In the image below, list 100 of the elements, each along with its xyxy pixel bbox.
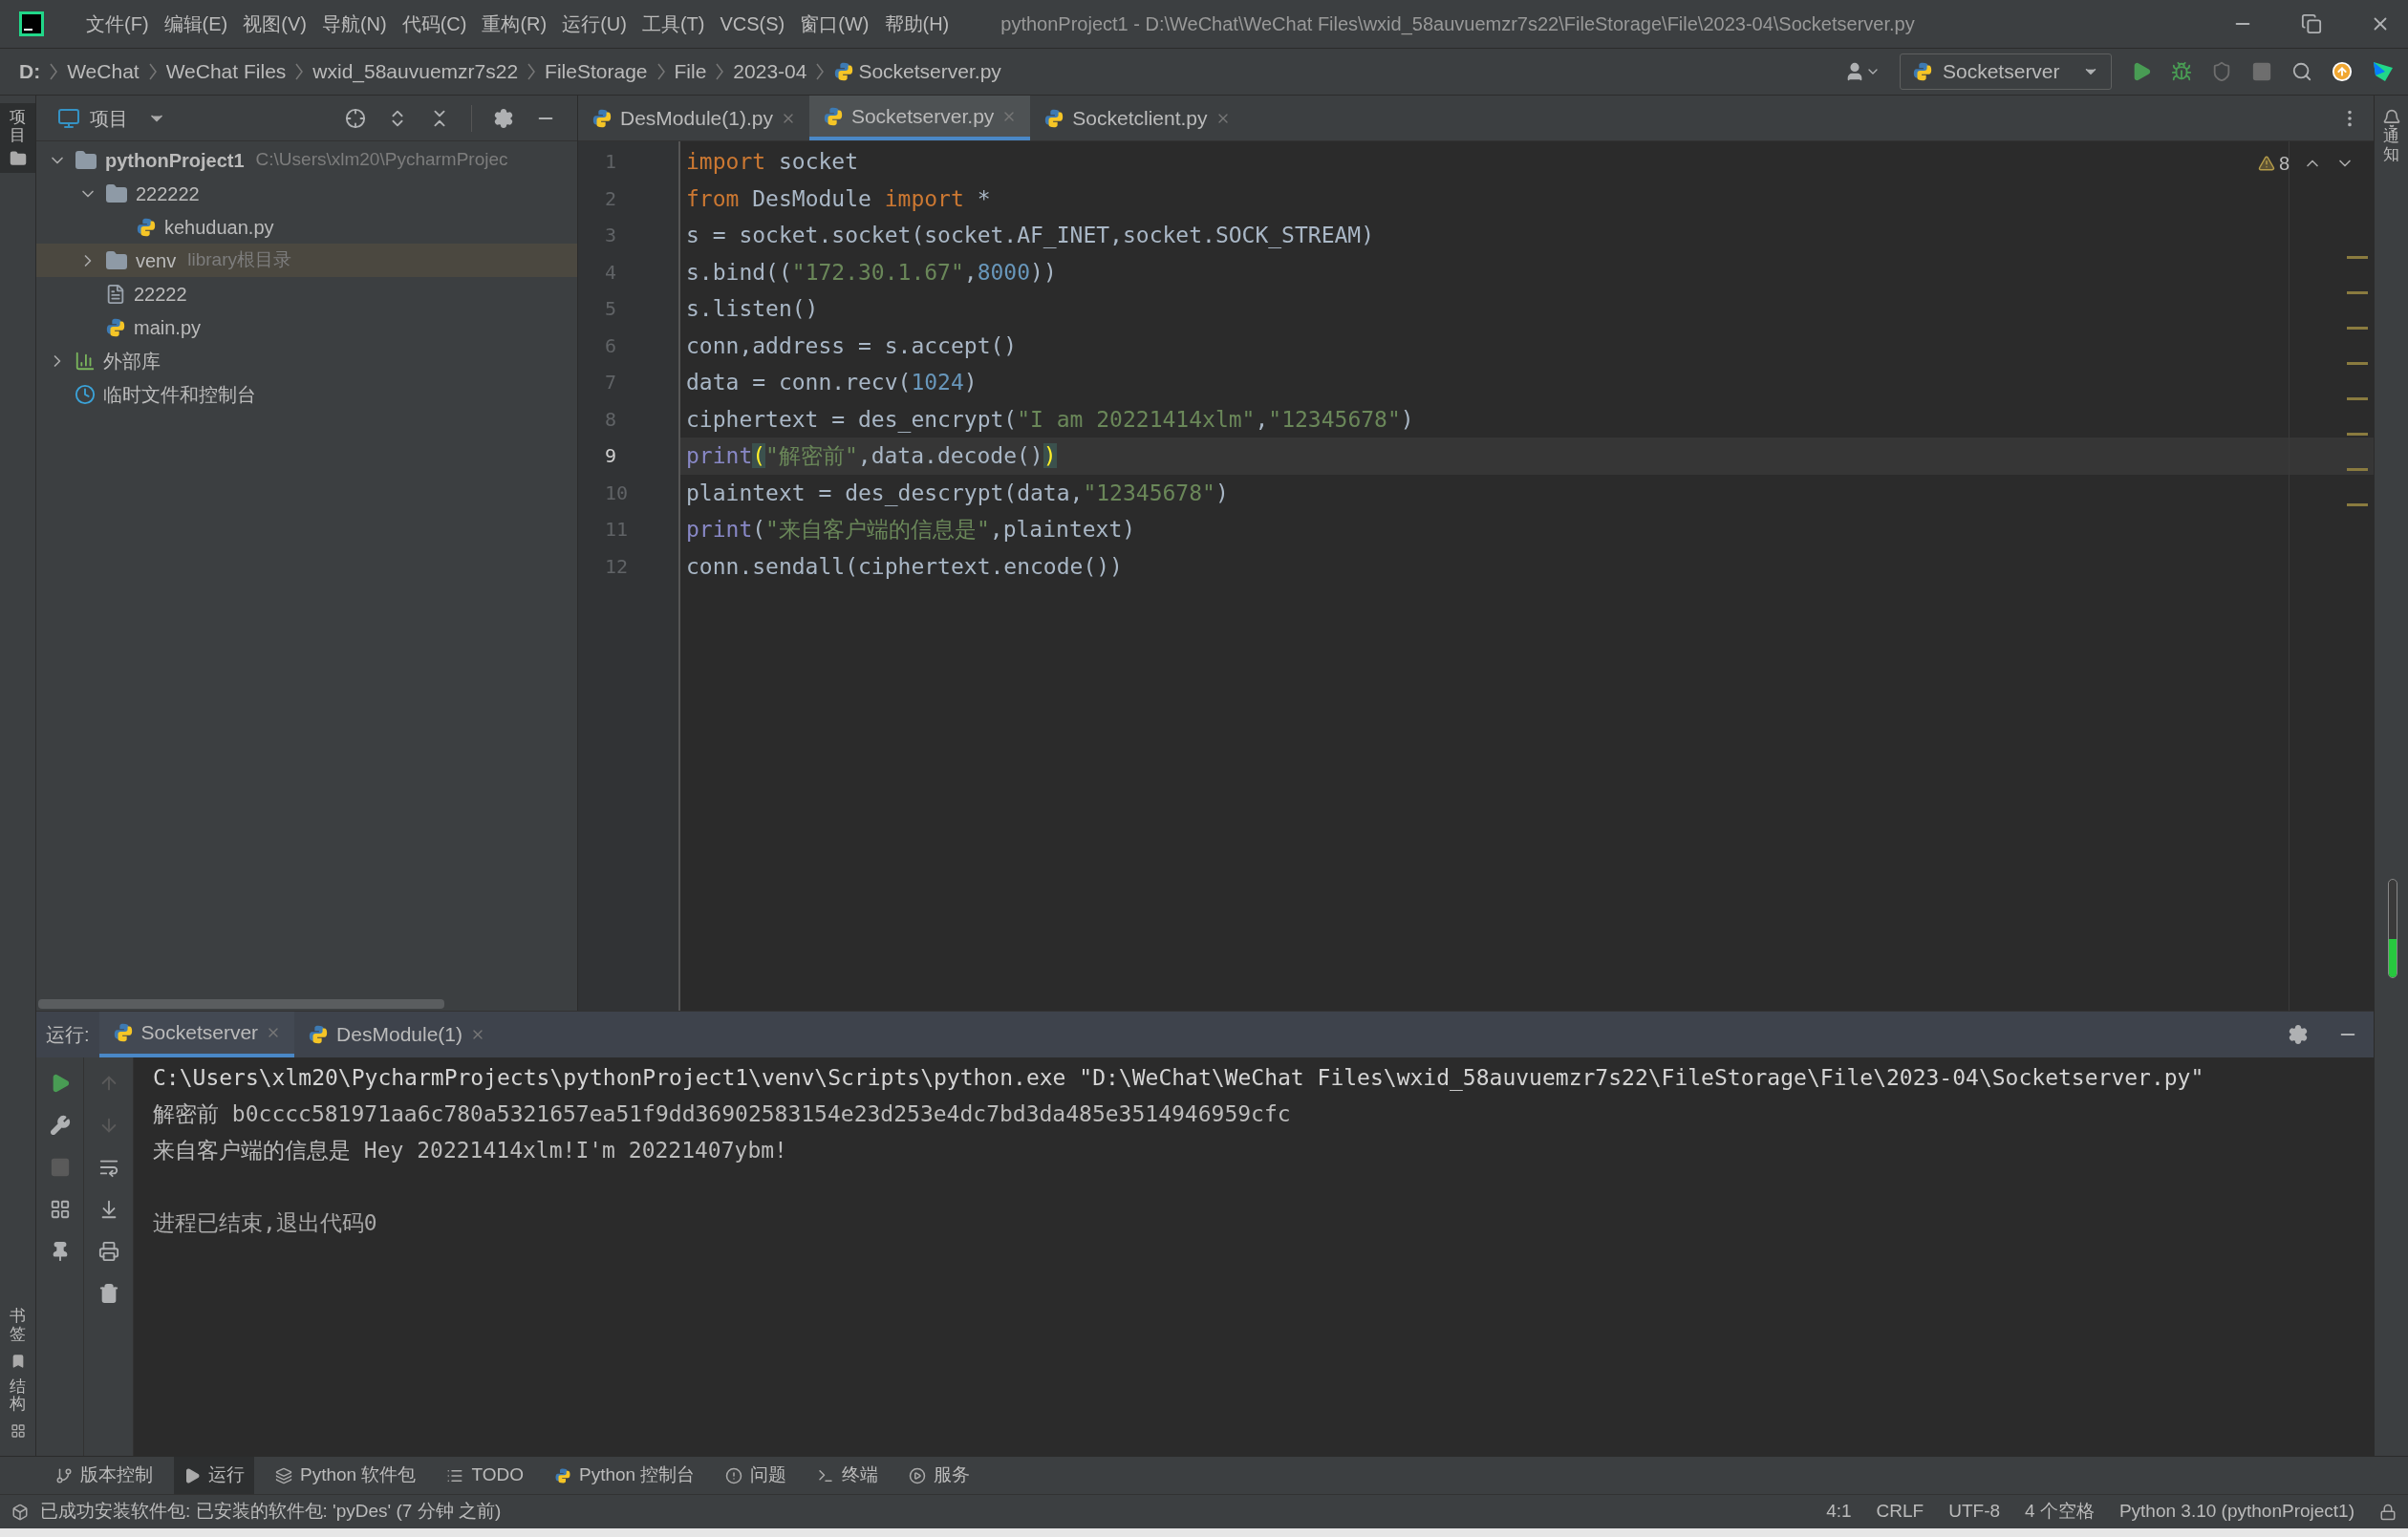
python-file-icon [833, 61, 855, 82]
status-item[interactable]: Python 3.10 (pythonProject1) [2118, 1498, 2354, 1526]
tree-item[interactable]: 22222 [36, 277, 577, 310]
menu-item[interactable]: 重构(R) [474, 10, 555, 38]
restore-icon[interactable] [2301, 13, 2322, 34]
code-line: data = conn.recv(1024) [686, 369, 978, 396]
tool-window-button[interactable]: 服务 [899, 1457, 980, 1494]
tree-item-hint: library根目录 [187, 248, 291, 272]
menu-item[interactable]: 文件(F) [78, 10, 157, 38]
editor-tab[interactable]: DesModule(1).py [578, 96, 809, 140]
menu-item[interactable]: 编辑(E) [156, 10, 236, 38]
menu-item[interactable]: 运行(U) [554, 10, 634, 38]
scratch-icon [75, 383, 96, 405]
tool-window-button[interactable]: 问题 [716, 1457, 797, 1494]
tool-window-button[interactable]: TODO [437, 1457, 533, 1494]
print-icon[interactable] [97, 1241, 119, 1262]
side-tab[interactable]: 结构 [10, 1377, 26, 1414]
problems-icon [725, 1466, 743, 1484]
side-tab[interactable]: 通知 [2383, 128, 2399, 164]
code-line: import socket [686, 148, 859, 176]
run-label: 运行: [45, 1023, 91, 1047]
structure-icon [10, 1423, 26, 1439]
tool-window-button[interactable]: Python 控制台 [545, 1457, 705, 1494]
breadcrumb[interactable]: File [674, 56, 707, 87]
project-icon [57, 106, 80, 130]
branch-icon [55, 1466, 73, 1484]
tool-window-button[interactable]: Python 软件包 [266, 1457, 426, 1494]
tree-item[interactable]: 外部库 [36, 344, 577, 377]
code-line: from DesModule import * [686, 184, 991, 213]
search-icon[interactable] [2291, 61, 2312, 82]
editor-tab[interactable]: Socketclient.py [1030, 96, 1244, 140]
tree-item[interactable]: pythonProject1 C:\Users\xlm20\PycharmProjec [36, 143, 577, 177]
locate-icon[interactable] [345, 107, 366, 129]
update-icon[interactable] [2332, 61, 2353, 82]
notification-icon[interactable] [2381, 109, 2401, 128]
tree-item[interactable]: venv library根目录 [36, 244, 577, 277]
tree-item-label: 外部库 [103, 349, 161, 374]
layout-icon[interactable] [49, 1199, 71, 1220]
code-line: print("来自客户端的信息是",plaintext) [686, 516, 1136, 544]
clear-icon[interactable] [97, 1283, 119, 1304]
wrench-icon[interactable] [49, 1115, 71, 1136]
run-config-dropdown[interactable]: Socketserver [1900, 53, 2112, 90]
run-tab[interactable]: DesModule(1) [294, 1012, 499, 1057]
python-file-icon [105, 316, 126, 338]
status-item[interactable]: 4 个空格 [2025, 1498, 2095, 1526]
console-line: C:\Users\xlm20\PycharmProjects\pythonProject1\venv\Scripts\python.exe "D:\WeChat\WeChat Files\wxid_58auvuemzr7s22\FileStorage\File\2023-04\Socketserver.py" [153, 1063, 2204, 1093]
tree-item-hint: C:\Users\xlm20\PycharmProjec [255, 148, 508, 172]
editor-tab[interactable]: Socketserver.py [808, 96, 1031, 140]
menu-item[interactable]: 视图(V) [235, 10, 314, 38]
status-message[interactable]: 已成功安装软件包: 已安装的软件包: 'pyDes' (7 分钟 之前) [40, 1498, 1827, 1526]
tree-item-label: 临时文件和控制台 [103, 382, 256, 407]
scrollbar[interactable] [38, 999, 444, 1009]
breadcrumb[interactable]: Socketserver.py [858, 56, 1001, 87]
debug-icon[interactable] [2171, 61, 2192, 82]
status-item[interactable]: 4:1 [1826, 1498, 1852, 1526]
separator-icon [50, 63, 58, 80]
tree-item[interactable]: 临时文件和控制台 [36, 377, 577, 411]
tree-item[interactable]: kehuduan.py [36, 210, 577, 244]
tree-item[interactable]: 222222 [36, 177, 577, 210]
tool-window-button[interactable]: 运行 [174, 1457, 254, 1494]
menu-item[interactable]: 代码(C) [394, 10, 475, 38]
lock-icon[interactable] [2379, 1503, 2397, 1521]
tool-window-button[interactable]: 终端 [807, 1457, 889, 1494]
tree-item-label: venv [136, 248, 177, 273]
run-tab[interactable]: Socketserver [98, 1012, 295, 1057]
menu-item[interactable]: 工具(T) [634, 10, 713, 38]
code-line: print("解密前",data.decode()) [686, 442, 1057, 470]
side-tab[interactable]: 书签 [10, 1308, 26, 1344]
toolbox-logo[interactable] [2372, 60, 2395, 83]
code-line: ciphertext = des_encrypt("I am 20221414xlm","12345678") [686, 405, 1414, 435]
python-file-icon [591, 107, 613, 129]
memory-indicator [2389, 939, 2397, 977]
breadcrumb[interactable]: WeChat [67, 56, 140, 87]
tree-item-label: kehuduan.py [164, 215, 274, 240]
console-line: 进程已结束,退出代码0 [153, 1208, 377, 1237]
menu-item[interactable]: 窗口(W) [792, 10, 877, 38]
status-item[interactable]: CRLF [1876, 1498, 1924, 1526]
panel-title[interactable]: 项目 [90, 103, 128, 133]
separator-icon [816, 63, 825, 80]
window-title: pythonProject1 - D:\WeChat\WeChat Files\wxid_58auvuemzr7s22\FileStorage\File\2023-04\Socketserver.py [1000, 12, 1916, 37]
separator-icon [716, 63, 724, 80]
tool-window-button[interactable]: 版本控制 [46, 1457, 162, 1494]
file-icon [105, 283, 126, 305]
breadcrumb[interactable]: WeChat Files [165, 56, 287, 87]
menu-item[interactable]: 帮助(H) [876, 10, 957, 38]
breadcrumb[interactable]: D: [19, 56, 41, 87]
tree-item[interactable]: main.py [36, 310, 577, 344]
menu-item[interactable]: 导航(N) [313, 10, 395, 38]
folder-icon [75, 148, 97, 172]
warning-count[interactable]: 8 [2278, 149, 2290, 178]
breadcrumb[interactable]: wxid_58auvuemzr7s22 [312, 56, 519, 87]
breadcrumb[interactable]: FileStorage [545, 56, 648, 87]
status-icon[interactable] [11, 1503, 29, 1521]
folder-icon [105, 248, 128, 272]
separator-icon [295, 63, 304, 80]
app-logo [19, 11, 44, 36]
menu-item[interactable]: VCS(S) [712, 10, 793, 38]
breadcrumb[interactable]: 2023-04 [733, 56, 807, 87]
status-item[interactable]: UTF-8 [1948, 1498, 2001, 1526]
code-line: plaintext = des_descrypt(data,"12345678") [686, 479, 1229, 508]
